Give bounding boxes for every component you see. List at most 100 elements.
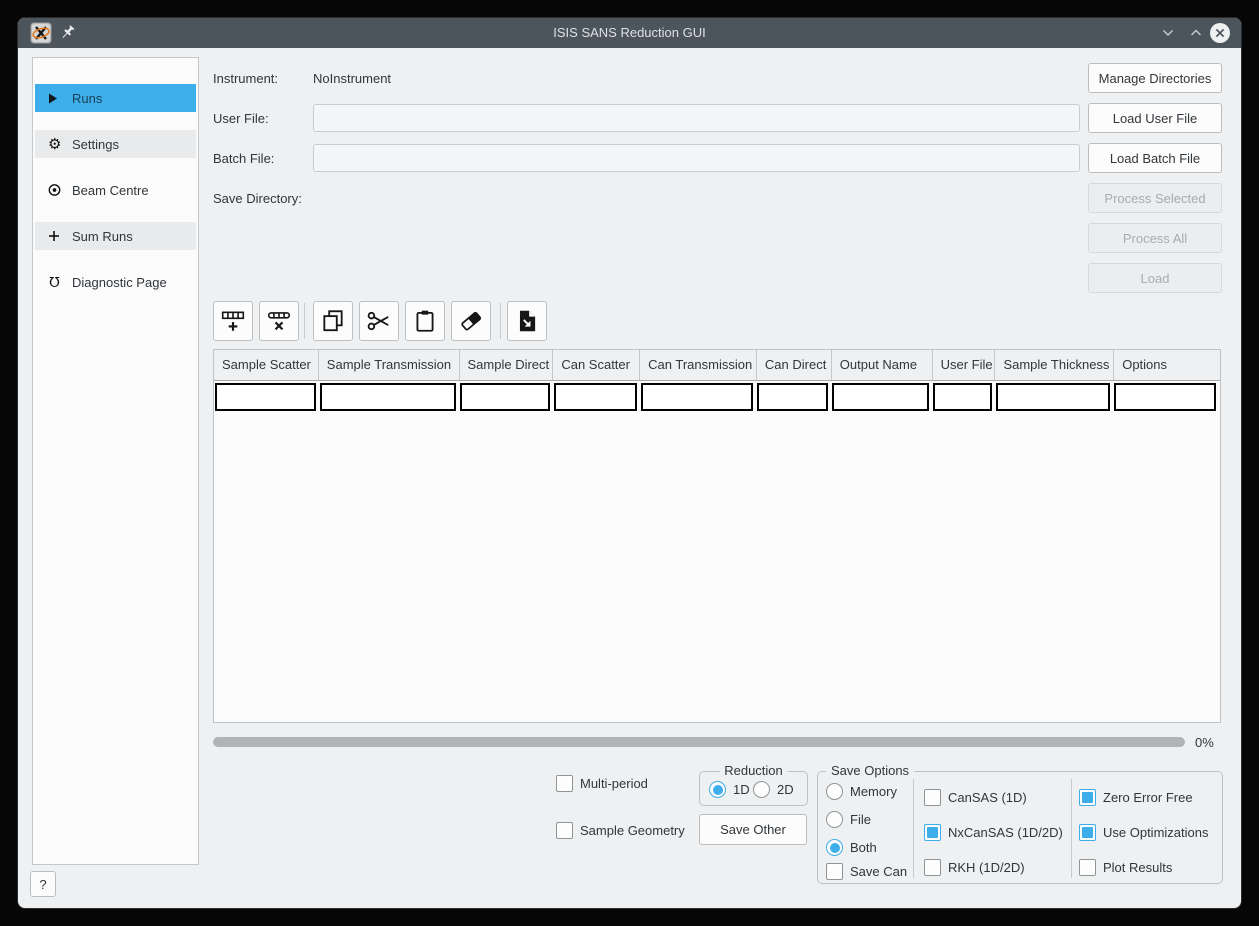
sidebar-item-label: Beam Centre [72,183,149,198]
checkbox-label: CanSAS (1D) [948,790,1027,805]
column-header[interactable]: Sample Direct [460,350,554,380]
cansas-checkbox[interactable]: CanSAS (1D) [924,789,1027,806]
button-label: Load [1141,271,1170,286]
column-header[interactable]: Output Name [832,350,933,380]
zero-error-free-checkbox[interactable]: Zero Error Free [1079,789,1193,806]
checkbox-box [1079,789,1096,806]
copy-button[interactable] [313,301,353,341]
button-label: Load Batch File [1110,151,1200,166]
sidebar-item-label: Sum Runs [72,229,133,244]
checkbox-box [924,859,941,876]
multi-period-checkbox[interactable]: Multi-period [556,775,648,792]
column-header[interactable]: Options [1114,350,1220,380]
table-cell[interactable] [460,383,550,411]
table-cell[interactable] [641,383,754,411]
application-window: ISIS SANS Reduction GUI Runs ⚙ Settings [18,18,1241,908]
group-separator [1071,779,1072,878]
radio-label: Memory [850,784,897,799]
sidebar-item-sum-runs[interactable]: Sum Runs [35,222,196,250]
help-button[interactable]: ? [30,871,56,897]
save-can-checkbox[interactable]: Save Can [826,863,907,880]
toolbar-separator [500,303,501,339]
sidebar: Runs ⚙ Settings Beam Centre Sum Runs [32,57,199,865]
cut-icon [366,308,392,334]
process-all-button[interactable]: Process All [1088,223,1222,253]
table-cell[interactable] [933,383,992,411]
radio-circle [826,783,843,800]
column-header[interactable]: User File [933,350,996,380]
table-cell[interactable] [320,383,457,411]
plot-results-checkbox[interactable]: Plot Results [1079,859,1172,876]
minimize-icon[interactable] [1158,25,1178,41]
paste-button[interactable] [405,301,445,341]
manage-directories-button[interactable]: Manage Directories [1088,63,1222,93]
maximize-icon[interactable] [1186,25,1206,41]
runs-table: Sample Scatter Sample Transmission Sampl… [213,349,1221,723]
batch-file-input[interactable] [313,144,1080,172]
play-icon [48,93,61,104]
progress-percent: 0% [1195,735,1214,750]
save-file-radio[interactable]: File [826,811,871,828]
radio-circle [753,781,770,798]
reduction-group: Reduction 1D 2D [699,771,808,806]
save-both-radio[interactable]: Both [826,839,877,856]
load-batch-file-button[interactable]: Load Batch File [1088,143,1222,173]
save-other-button[interactable]: Save Other [699,814,807,845]
column-header[interactable]: Sample Thickness [995,350,1114,380]
beam-centre-icon [48,183,61,197]
checkbox-box [924,824,941,841]
close-icon[interactable] [1209,22,1231,44]
table-header-row: Sample Scatter Sample Transmission Sampl… [214,350,1220,381]
delete-row-button[interactable] [259,301,299,341]
checkbox-label: Multi-period [580,776,648,791]
insert-row-icon [220,308,246,334]
instrument-value: NoInstrument [313,71,391,86]
table-cell[interactable] [996,383,1111,411]
table-cell[interactable] [1114,383,1216,411]
column-header[interactable]: Can Transmission [640,350,757,380]
radio-circle [826,811,843,828]
column-header[interactable]: Can Scatter [553,350,640,380]
process-selected-button[interactable]: Process Selected [1088,183,1222,213]
checkbox-label: NxCanSAS (1D/2D) [948,825,1063,840]
table-cell[interactable] [757,383,828,411]
table-cell[interactable] [554,383,637,411]
load-button[interactable]: Load [1088,263,1222,293]
column-header[interactable]: Sample Transmission [319,350,460,380]
rkh-checkbox[interactable]: RKH (1D/2D) [924,859,1025,876]
column-header[interactable]: Sample Scatter [214,350,319,380]
button-label: Process Selected [1104,191,1205,206]
sample-geometry-checkbox[interactable]: Sample Geometry [556,822,685,839]
use-optimizations-checkbox[interactable]: Use Optimizations [1079,824,1208,841]
reduction-2d-radio[interactable]: 2D [753,781,794,798]
table-cell[interactable] [832,383,929,411]
checkbox-box [1079,859,1096,876]
load-user-file-button[interactable]: Load User File [1088,103,1222,133]
radio-label: 2D [777,782,794,797]
checkbox-box [924,789,941,806]
cut-button[interactable] [359,301,399,341]
table-cell[interactable] [215,383,316,411]
titlebar: ISIS SANS Reduction GUI [18,18,1241,48]
reduction-1d-radio[interactable]: 1D [709,781,750,798]
sidebar-item-runs[interactable]: Runs [35,84,196,112]
sidebar-item-diagnostic-page[interactable]: ℧ Diagnostic Page [35,268,196,296]
save-memory-radio[interactable]: Memory [826,783,897,800]
batch-file-label: Batch File: [213,151,274,166]
table-row [214,383,1220,411]
radio-label: File [850,812,871,827]
instrument-label: Instrument: [213,71,278,86]
column-header[interactable]: Can Direct [757,350,832,380]
export-table-button[interactable] [507,301,547,341]
window-title: ISIS SANS Reduction GUI [18,18,1241,48]
plus-icon [48,230,61,242]
sidebar-item-settings[interactable]: ⚙ Settings [35,130,196,158]
erase-button[interactable] [451,301,491,341]
user-file-input[interactable] [313,104,1080,132]
insert-row-button[interactable] [213,301,253,341]
radio-circle [826,839,843,856]
nxcansas-checkbox[interactable]: NxCanSAS (1D/2D) [924,824,1063,841]
sidebar-item-beam-centre[interactable]: Beam Centre [35,176,196,204]
diagnostic-icon: ℧ [48,275,61,289]
radio-label: 1D [733,782,750,797]
